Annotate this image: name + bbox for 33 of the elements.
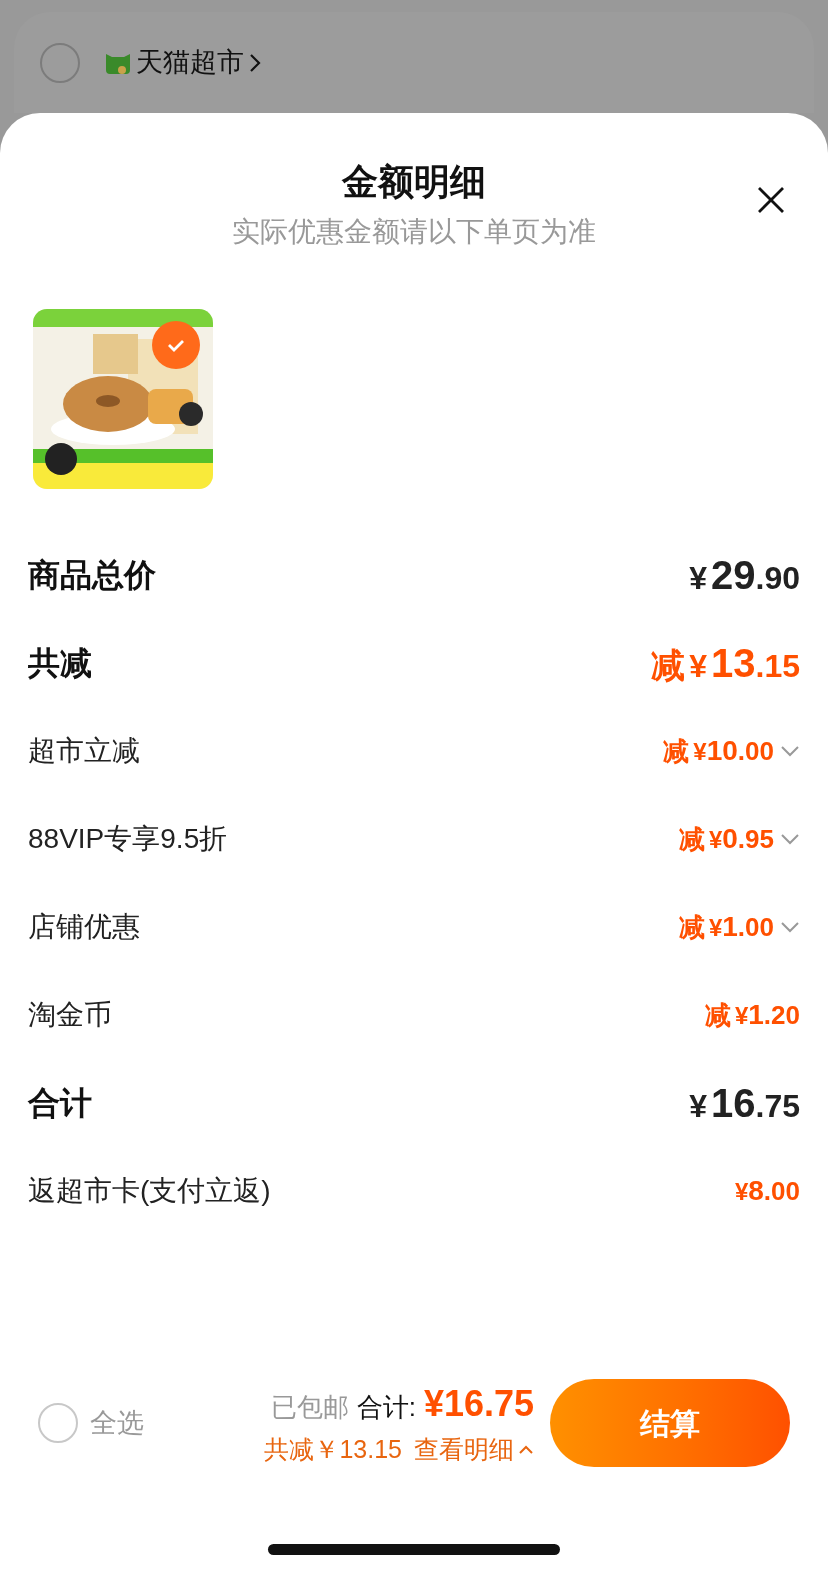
amount: 减¥1.20 [704,998,800,1032]
checkbox[interactable] [40,42,80,83]
total-label: 合计: [356,1391,416,1425]
amount: 减¥1.00 [678,910,774,944]
row-label: 店铺优惠 [28,910,140,944]
shipping-label: 已包邮 [270,1391,349,1425]
amount: 减¥10.00 [663,734,774,768]
amount: ¥8.00 [734,1174,800,1208]
row-label: 超市立减 [28,734,140,768]
sheet-title: 金额明细 [342,160,486,204]
chevron-right-icon [248,51,262,74]
chevron-down-icon[interactable] [780,744,800,758]
details-link[interactable]: 查看明细 [414,1431,534,1469]
row-label: 合计 [28,1084,92,1123]
chevron-down-icon[interactable] [780,920,800,934]
total-amount: ¥16.75 [423,1382,534,1427]
amount: 减¥0.95 [678,822,774,856]
checkout-button[interactable]: 结算 [550,1379,790,1467]
row-label: 返超市卡(支付立返) [28,1174,271,1208]
row-label: 共减 [28,644,92,683]
row-label: 淘金币 [28,998,112,1032]
store-name[interactable]: 天猫超市 [136,42,244,83]
select-all-label[interactable]: 全选 [90,1402,144,1444]
amount: 减¥13.15 [651,640,800,687]
amount: ¥29.90 [689,552,800,599]
amount: ¥16.75 [689,1080,800,1127]
chevron-down-icon[interactable] [780,832,800,846]
discount-summary: 共减￥13.15 [264,1434,402,1466]
row-label: 88VIP专享9.5折 [28,822,228,856]
row-label: 商品总价 [28,556,156,595]
details-link-text[interactable]: 查看明细 [414,1431,514,1469]
sheet-subtitle: 实际优惠金额请以下单页为准 [232,215,596,249]
checkbox[interactable] [38,1403,78,1443]
